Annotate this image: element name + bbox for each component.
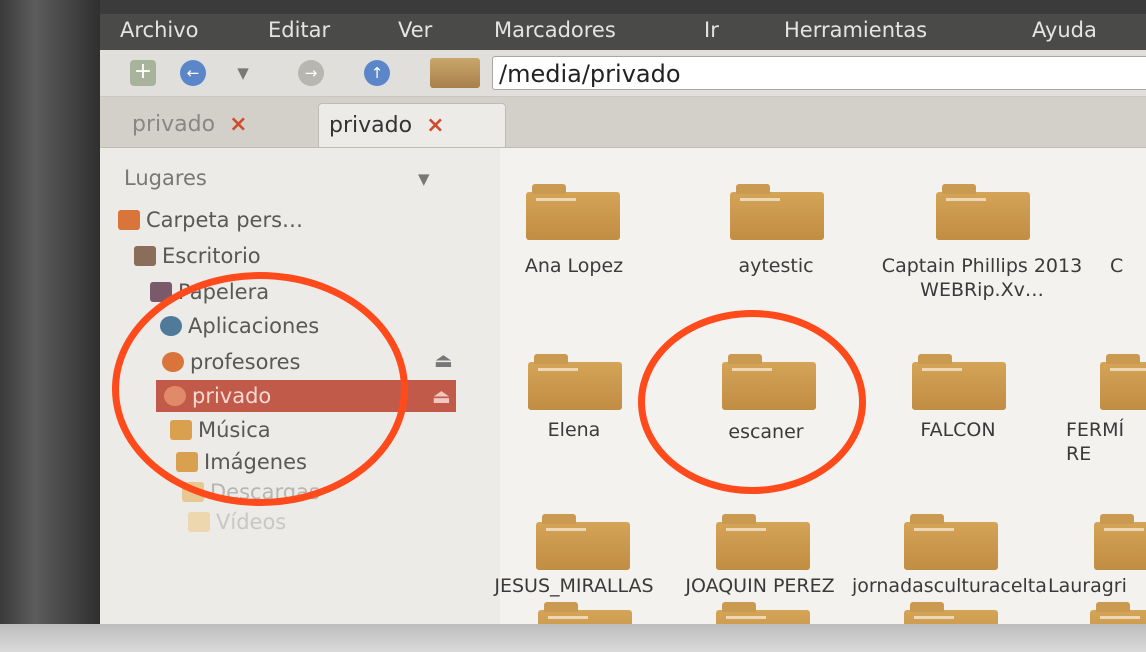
tab-label: privado xyxy=(132,112,216,137)
folder-icon[interactable] xyxy=(528,354,622,410)
folder-icon[interactable] xyxy=(1094,514,1146,570)
menu-ir[interactable]: Ir xyxy=(704,18,719,42)
folder-label-captain-phillips[interactable]: Captain Phillips 2013 WEBRip.Xv… xyxy=(872,254,1092,302)
tab-privado-2[interactable]: privado × xyxy=(318,103,506,147)
eject-icon[interactable]: ⏏ xyxy=(432,380,451,412)
folder-label-joaquin-perez[interactable]: JOAQUIN PEREZ xyxy=(680,574,840,598)
monitor-bezel-top xyxy=(100,0,1146,14)
back-arrow-icon[interactable]: ← xyxy=(180,60,206,86)
folder-icon[interactable] xyxy=(526,184,620,240)
folder-icon[interactable] xyxy=(716,514,810,570)
tab-privado-1[interactable]: privado × xyxy=(122,103,312,147)
close-icon[interactable]: × xyxy=(426,113,444,138)
folder-label-lauragri[interactable]: Lauragri xyxy=(1048,574,1146,598)
menu-bar: Archivo Editar Ver Marcadores Ir Herrami… xyxy=(100,14,1146,50)
tab-bar: privado × privado × xyxy=(100,97,1146,148)
annotation-circle-sidebar xyxy=(112,272,408,506)
folder-label-ana-lopez[interactable]: Ana Lopez xyxy=(494,254,654,278)
folder-icon[interactable] xyxy=(1090,602,1146,624)
menu-ver[interactable]: Ver xyxy=(398,18,432,42)
videos-icon xyxy=(188,512,210,532)
folder-label-elena[interactable]: Elena xyxy=(494,418,654,442)
folder-label-aytestic[interactable]: aytestic xyxy=(696,254,856,278)
location-bar[interactable]: /media/privado xyxy=(492,56,1146,90)
folder-icon[interactable] xyxy=(904,602,998,624)
menu-ayuda[interactable]: Ayuda xyxy=(1032,18,1097,42)
tab-label: privado xyxy=(329,113,413,138)
monitor-bezel-left xyxy=(0,0,100,652)
folder-icon[interactable] xyxy=(716,602,810,624)
folder-label-jornadascultura[interactable]: jornadasculturacelta xyxy=(852,574,1047,598)
folder-icon[interactable] xyxy=(1100,354,1146,410)
home-folder-icon[interactable] xyxy=(430,58,480,88)
folder-label-partial[interactable]: C xyxy=(1110,254,1146,278)
toolbar: + ← ▼ → ↑ /media/privado xyxy=(100,50,1146,97)
chevron-down-icon[interactable]: ▼ xyxy=(418,170,430,188)
sidebar-item-videos[interactable]: Vídeos xyxy=(188,506,488,538)
close-icon[interactable]: × xyxy=(229,112,247,137)
folder-icon[interactable] xyxy=(536,514,630,570)
home-icon xyxy=(118,210,140,230)
sidebar-item-desktop[interactable]: Escritorio xyxy=(134,240,434,272)
annotation-circle-escaner xyxy=(638,310,866,494)
sidebar-header: Lugares xyxy=(124,166,207,190)
folder-icon[interactable] xyxy=(912,354,1006,410)
new-tab-icon[interactable]: + xyxy=(130,60,156,86)
folder-icon[interactable] xyxy=(904,514,998,570)
menu-archivo[interactable]: Archivo xyxy=(120,18,199,42)
folder-icon[interactable] xyxy=(730,184,824,240)
menu-editar[interactable]: Editar xyxy=(268,18,330,42)
folder-label-falcon[interactable]: FALCON xyxy=(878,418,1038,442)
sidebar-item-home[interactable]: Carpeta pers… xyxy=(118,204,418,236)
desktop-icon xyxy=(134,246,156,266)
menu-herramientas[interactable]: Herramientas xyxy=(784,18,927,42)
up-arrow-icon[interactable]: ↑ xyxy=(364,60,390,86)
folder-label-fermi[interactable]: FERMÍ RE xyxy=(1066,418,1146,466)
folder-icon[interactable] xyxy=(538,602,632,624)
menu-marcadores[interactable]: Marcadores xyxy=(494,18,616,42)
monitor-bezel-bottom xyxy=(0,624,1146,652)
eject-icon[interactable]: ⏏ xyxy=(434,348,453,372)
folder-label-jesus-mirallas[interactable]: JESUS_MIRALLAS xyxy=(494,574,654,598)
folder-icon[interactable] xyxy=(936,184,1030,240)
forward-arrow-icon[interactable]: → xyxy=(298,60,324,86)
history-dropdown-icon[interactable]: ▼ xyxy=(230,60,256,86)
